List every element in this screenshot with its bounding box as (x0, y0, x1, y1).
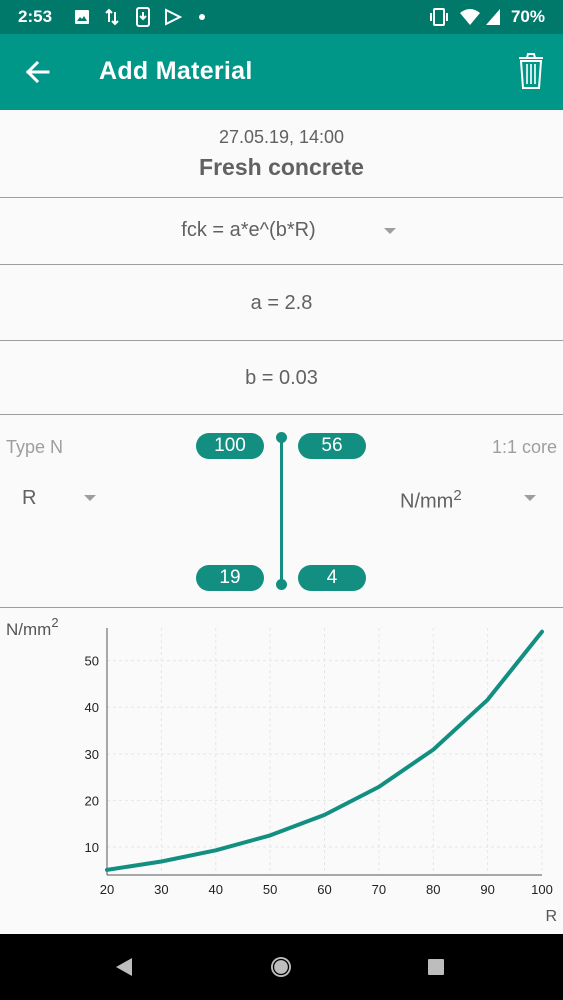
x-tick-label: 30 (154, 882, 168, 897)
data-transfer-icon (105, 8, 119, 26)
download-icon (136, 7, 150, 27)
param-b-value: b = 0.03 (245, 367, 318, 389)
material-name[interactable]: Fresh concrete (0, 154, 563, 181)
battery-percentage: 70% (510, 7, 545, 26)
y-tick-label: 40 (85, 700, 99, 715)
navigation-bar (0, 934, 563, 1000)
bottom-left-value-pill[interactable]: 19 (196, 565, 264, 591)
date-time: 27.05.19, 14:00 (218, 127, 345, 147)
x-tick-label: 90 (480, 882, 494, 897)
bottom-right-value-pill[interactable]: 4 (298, 565, 366, 591)
y-tick-label: 20 (85, 793, 99, 808)
trash-icon[interactable] (518, 52, 544, 90)
nav-recents-icon[interactable] (427, 958, 445, 976)
mapping-line (280, 437, 283, 584)
dropdown-arrow-icon (524, 495, 536, 501)
material-header: 27.05.19, 14:00 Fresh concrete (0, 110, 563, 198)
param-b-field[interactable]: b = 0.03 (0, 341, 563, 415)
top-right-value-pill[interactable]: 56 (298, 433, 366, 459)
x-tick-label: 20 (100, 882, 114, 897)
y-tick-label: 50 (85, 654, 99, 669)
right-unit-dropdown[interactable]: N/mm2 (390, 473, 550, 517)
left-type-label: Type N (6, 437, 64, 457)
y-tick-label: 30 (85, 747, 99, 762)
right-unit-value: N/mm2 (400, 487, 462, 514)
status-time: 2:53 (18, 7, 53, 26)
x-tick-label: 100 (531, 882, 553, 897)
page-title: Add Material (99, 57, 253, 85)
mapping-bottom-dot (276, 579, 287, 590)
right-unit-base: N/mm (400, 490, 454, 513)
vibrate-icon (430, 8, 448, 26)
image-icon (75, 10, 89, 24)
signal-icon (486, 9, 500, 25)
mapping-top-dot (276, 432, 287, 443)
x-tick-label: 50 (263, 882, 277, 897)
play-store-icon (165, 8, 182, 26)
x-tick-label: 80 (426, 882, 440, 897)
dropdown-arrow-icon (384, 228, 396, 234)
chart-svg: N/mm2 R 20 30 40 50 60 70 80 90 100 10 20 30 40 50 (6, 615, 557, 925)
param-a-value: a = 2.8 (250, 292, 313, 314)
y-axis-label: N/mm2 (6, 615, 59, 639)
right-type-label: 1:1 core (491, 437, 557, 457)
dropdown-arrow-icon (84, 495, 96, 501)
nav-back-icon[interactable] (114, 957, 134, 977)
status-bar: 2:53 70% (0, 0, 563, 34)
y-tick-label: 10 (85, 840, 99, 855)
formula-dropdown[interactable]: fck = a*e^(b*R) (0, 198, 563, 265)
x-tick-label: 60 (317, 882, 331, 897)
x-axis-label: R (545, 908, 557, 925)
x-tick-label: 70 (372, 882, 386, 897)
top-left-value-pill[interactable]: 100 (196, 433, 264, 459)
left-unit-value: R (22, 487, 37, 509)
formula-selected: fck = a*e^(b*R) (181, 219, 316, 241)
nav-home-icon[interactable] (269, 955, 293, 979)
x-tick-label: 40 (209, 882, 223, 897)
left-unit-dropdown[interactable]: R (0, 473, 115, 517)
param-a-field[interactable]: a = 2.8 (0, 265, 563, 341)
dot-icon (199, 14, 205, 20)
right-unit-exp: 2 (453, 487, 462, 504)
strength-chart: N/mm2 R 20 30 40 50 60 70 80 90 100 10 20 30 40 50 (0, 608, 563, 934)
wifi-icon (460, 9, 480, 25)
arrow-back-icon[interactable] (22, 52, 54, 92)
calibration-mapping: Type N 1:1 core R N/mm2 100 56 19 4 (0, 415, 563, 608)
app-bar: Add Material (0, 34, 563, 110)
